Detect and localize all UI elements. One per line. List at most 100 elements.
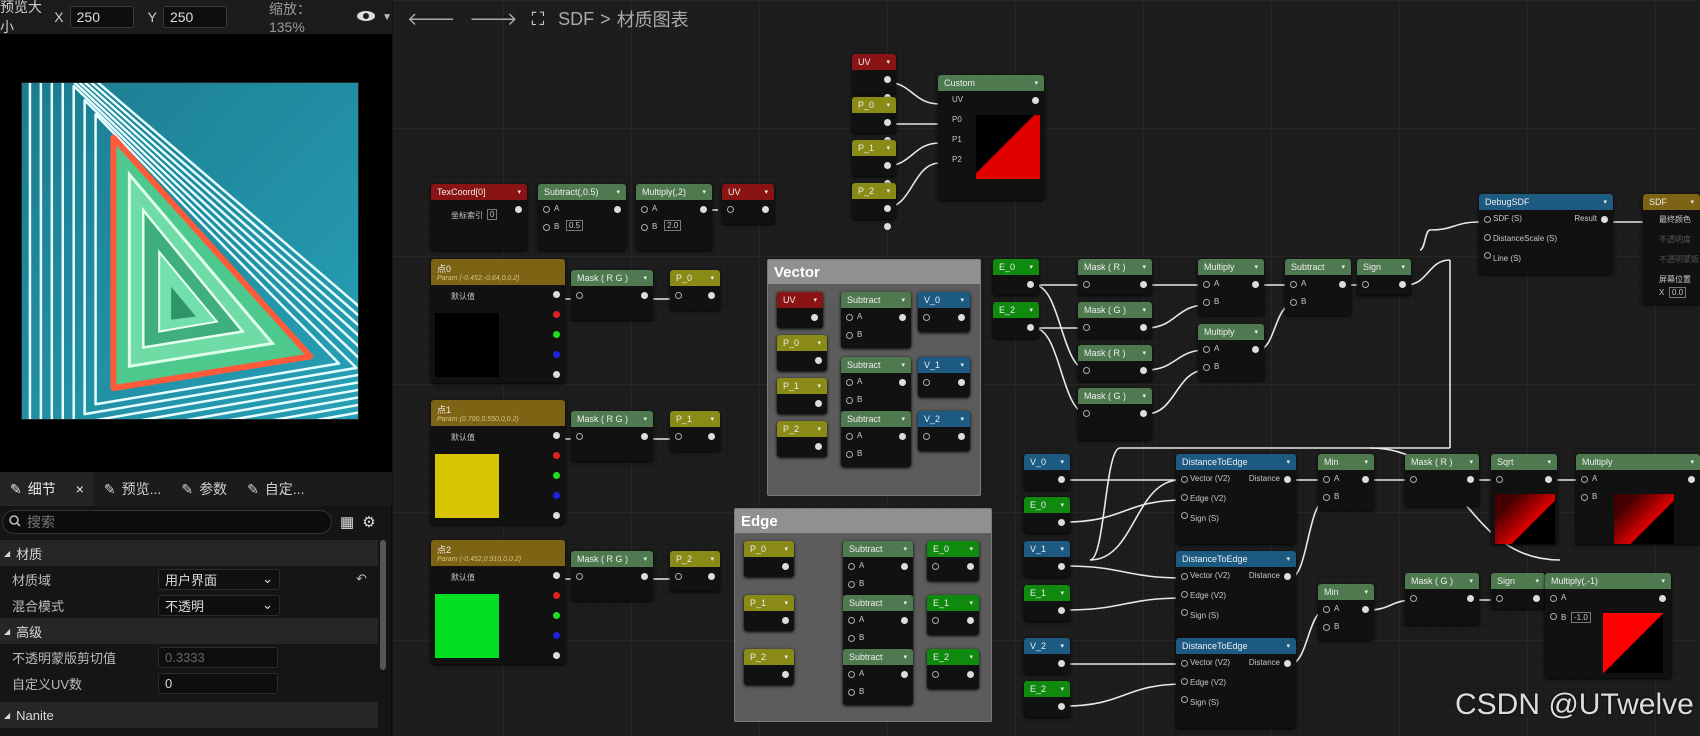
mult-neg-output-pin[interactable] [1659, 595, 1666, 602]
p1-vec-chevron-icon[interactable]: ▾ [817, 382, 821, 390]
e1-b-output-pin[interactable] [1058, 607, 1065, 614]
p2-node-top-output-pin[interactable] [884, 223, 891, 230]
maskg-b-output-pin[interactable] [1140, 410, 1147, 417]
opacity-clip-input[interactable]: 0.3333 [158, 646, 278, 668]
e2-b-output-pin[interactable] [1058, 703, 1065, 710]
mult-neg[interactable]: Multiply(,-1) ▾ A B -1.0 [1545, 573, 1671, 678]
p2-edge[interactable]: P_2 ▾ [744, 649, 794, 685]
sign-a-chevron-icon[interactable]: ▾ [1401, 263, 1405, 271]
sub-e0[interactable]: Subtract ▾ A B [843, 541, 913, 597]
dte2[interactable]: DistanceToEdge ▾ Vector (V2) Edge (V2) Sign … [1176, 551, 1296, 641]
e2-a[interactable]: E_2 ▾ [993, 302, 1039, 338]
custom-node-chevron-icon[interactable]: ▾ [1034, 79, 1038, 87]
p1-edge-output-pin[interactable] [782, 617, 789, 624]
param-point2-swatch[interactable] [435, 594, 499, 658]
mult-neg-input-pin[interactable] [1550, 613, 1557, 620]
subtract05-node-input-pin[interactable] [543, 224, 550, 231]
maskr-c[interactable]: Mask ( R ) ▾ [1405, 454, 1479, 506]
p1-out1-output-pin[interactable] [708, 433, 715, 440]
preview-y-input[interactable] [162, 6, 227, 28]
p0-node-top-output-pin[interactable] [884, 119, 891, 126]
debug-node[interactable]: DebugSDF ▾ SDF (S) DistanceScale (S) Line (S… [1479, 194, 1613, 274]
maskr-a-input-pin[interactable] [1083, 281, 1090, 288]
maskrg2-input-pin[interactable] [576, 573, 583, 580]
sign-c-chevron-icon[interactable]: ▾ [1535, 577, 1539, 585]
maskg-a[interactable]: Mask ( G ) ▾ [1078, 302, 1152, 338]
p0-node-top[interactable]: P_0 ▾ [852, 97, 896, 144]
maskr-a-output-pin[interactable] [1140, 281, 1147, 288]
sub-e2-output-pin[interactable] [901, 671, 908, 678]
p0-edge[interactable]: P_0 ▾ [744, 541, 794, 577]
search-input[interactable]: 搜索 [2, 510, 332, 534]
uv-node-top-output-pin[interactable] [884, 76, 891, 83]
custom-node-output-pin[interactable] [1032, 97, 1039, 104]
texcoord-node-index-value[interactable]: 0 [487, 209, 498, 220]
dte2-input-pin[interactable] [1181, 591, 1188, 598]
mult-c[interactable]: Multiply ▾ A B [1576, 454, 1700, 544]
gear-icon[interactable]: ⚙ [362, 513, 375, 531]
p0-out0-chevron-icon[interactable]: ▾ [710, 274, 714, 282]
p1-vec[interactable]: P_1 ▾ [777, 378, 827, 414]
mult-neg-input-pin[interactable] [1550, 595, 1557, 602]
v1-vec-input-pin[interactable] [923, 379, 930, 386]
e0-a[interactable]: E_0 ▾ [993, 259, 1039, 295]
v1-vec[interactable]: V_1 ▾ [918, 357, 970, 397]
maskg-c-chevron-icon[interactable]: ▾ [1469, 577, 1473, 585]
min1-output-pin[interactable] [1362, 476, 1369, 483]
dte3-input-pin[interactable] [1181, 678, 1188, 685]
maskrg1-output-pin[interactable] [641, 433, 648, 440]
p1-edge[interactable]: P_1 ▾ [744, 595, 794, 631]
maskr-c-input-pin[interactable] [1410, 476, 1417, 483]
mult-b-input-pin[interactable] [1203, 346, 1210, 353]
mult-c-chevron-icon[interactable]: ▾ [1690, 458, 1694, 466]
maskr-a-chevron-icon[interactable]: ▾ [1142, 263, 1146, 271]
e2-a-chevron-icon[interactable]: ▾ [1029, 306, 1033, 314]
maskr-b-chevron-icon[interactable]: ▾ [1142, 349, 1146, 357]
debug-node-input-pin[interactable] [1484, 216, 1491, 223]
back-arrow-icon[interactable]: 🡐 [407, 9, 455, 30]
p1-vec-output-pin[interactable] [815, 400, 822, 407]
sub-e2-input-pin[interactable] [848, 689, 855, 696]
e1-edge-output-pin[interactable] [967, 617, 974, 624]
min1-input-pin[interactable] [1323, 494, 1330, 501]
e0-a-chevron-icon[interactable]: ▾ [1029, 263, 1033, 271]
v1-b-output-pin[interactable] [1058, 563, 1065, 570]
dte3-input-pin[interactable] [1181, 696, 1188, 703]
mult-a-input-pin[interactable] [1203, 299, 1210, 306]
v2-vec-output-pin[interactable] [958, 433, 965, 440]
param-point1-output-pin[interactable] [553, 472, 560, 479]
subtract05-node-b-value[interactable]: 0.5 [566, 220, 584, 231]
maskg-b-input-pin[interactable] [1083, 410, 1090, 417]
sub-a-input-pin[interactable] [1290, 299, 1297, 306]
dte3-output-pin[interactable] [1284, 660, 1291, 667]
sub-a[interactable]: Subtract ▾ A B [1285, 259, 1351, 315]
maskrg0-output-pin[interactable] [641, 292, 648, 299]
maskg-b-chevron-icon[interactable]: ▾ [1142, 392, 1146, 400]
p0-vec-output-pin[interactable] [815, 357, 822, 364]
dte2-input-pin[interactable] [1181, 609, 1188, 616]
maskrg0[interactable]: Mask ( R G ) ▾ [571, 270, 653, 320]
e0-b-chevron-icon[interactable]: ▾ [1060, 501, 1064, 509]
sub-e1[interactable]: Subtract ▾ A B [843, 595, 913, 651]
p0-out0-input-pin[interactable] [675, 292, 682, 299]
reset-icon[interactable]: ↶ [356, 571, 367, 587]
p0-out0[interactable]: P_0 ▾ [670, 270, 720, 310]
sub-v1-chevron-icon[interactable]: ▾ [901, 361, 905, 369]
mult-a[interactable]: Multiply ▾ A B [1198, 259, 1264, 315]
debug-node-output-pin[interactable] [1601, 216, 1608, 223]
uv-node-vec[interactable]: UV ▾ [777, 292, 823, 328]
hierarchy-icon[interactable]: ⛶ [532, 9, 545, 30]
multiply2-node-b-value[interactable]: 2.0 [664, 220, 682, 231]
p1-node-top-output-pin[interactable] [884, 162, 891, 169]
e2-edge-input-pin[interactable] [932, 671, 939, 678]
maskg-c-output-pin[interactable] [1467, 595, 1474, 602]
p0-out0-output-pin[interactable] [708, 292, 715, 299]
uv-node-top-chevron-icon[interactable]: ▾ [886, 58, 890, 66]
p1-edge-chevron-icon[interactable]: ▾ [784, 599, 788, 607]
dte3[interactable]: DistanceToEdge ▾ Vector (V2) Edge (V2) Sign … [1176, 638, 1296, 728]
multiply2-node-input-pin[interactable] [641, 224, 648, 231]
uv-node-top[interactable]: UV ▾ [852, 54, 896, 101]
mult-c-output-pin[interactable] [1688, 476, 1695, 483]
uv-node-mid-chevron-icon[interactable]: ▾ [764, 188, 768, 196]
eye-icon[interactable] [356, 9, 376, 25]
